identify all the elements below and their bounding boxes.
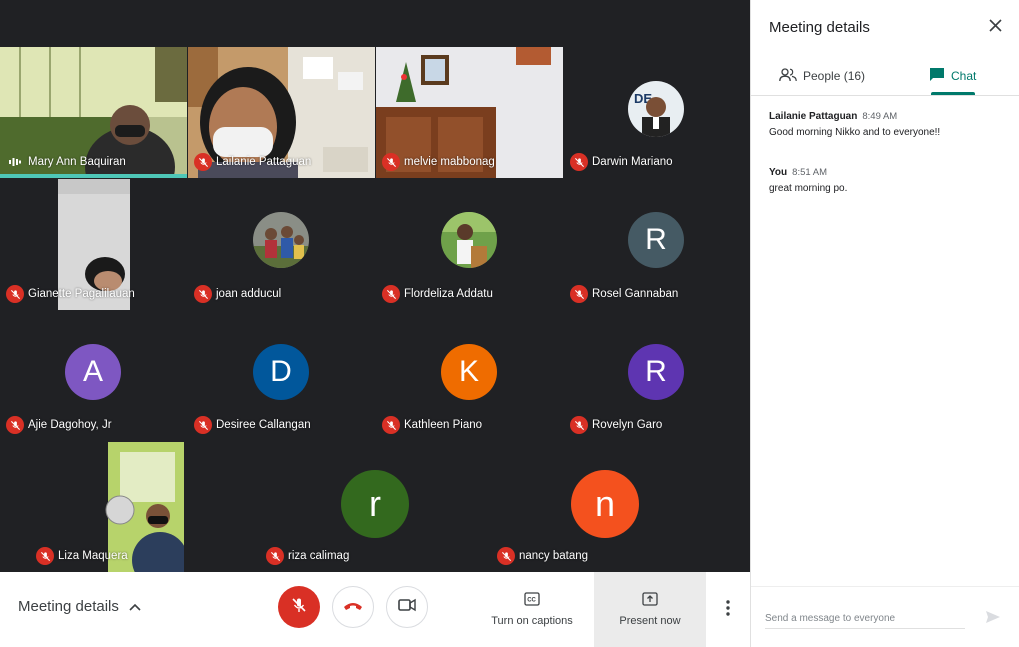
participant-name: Darwin Mariano	[570, 153, 673, 171]
participant-avatar: r	[341, 470, 409, 538]
panel-tabs: People (16) Chat	[751, 56, 1019, 96]
video-camera-icon	[398, 598, 416, 617]
people-icon	[779, 67, 797, 85]
participant-name: riza calimag	[266, 547, 349, 565]
participant-avatar: R	[628, 212, 684, 268]
participant-tile[interactable]: R Rosel Gannaban	[564, 179, 750, 310]
turn-on-captions-button[interactable]: CC Turn on captions	[478, 572, 586, 647]
participant-name: Desiree Callangan	[194, 416, 311, 434]
mic-off-icon	[194, 416, 212, 434]
participant-name: Lailanie Pattaguan	[194, 153, 311, 171]
mic-off-icon	[570, 416, 588, 434]
active-speaker-bar	[0, 174, 187, 178]
mic-off-icon	[290, 596, 308, 619]
toggle-microphone-button[interactable]	[278, 586, 320, 628]
participant-avatar: R	[628, 344, 684, 400]
chat-timestamp: 8:51 AM	[792, 167, 828, 178]
participant-tile[interactable]: r riza calimag	[260, 442, 490, 572]
participant-avatar: A	[65, 344, 121, 400]
mic-off-icon	[382, 153, 400, 171]
chat-message: Lailanie Pattaguan 8:49 AM Good morning N…	[769, 111, 1009, 138]
send-message-button[interactable]	[983, 609, 1003, 629]
more-vertical-icon	[726, 599, 730, 621]
toggle-camera-button[interactable]	[386, 586, 428, 628]
participant-name: Mary Ann Baquiran	[6, 153, 126, 171]
mic-off-icon	[382, 416, 400, 434]
participant-tile[interactable]: DE Darwin Mariano	[564, 47, 750, 178]
mic-off-icon	[36, 547, 54, 565]
chat-composer	[751, 586, 1019, 647]
mic-off-icon	[266, 547, 284, 565]
mic-off-icon	[570, 285, 588, 303]
chat-sender: You	[769, 167, 788, 178]
close-panel-button[interactable]	[983, 16, 1007, 40]
participant-tile[interactable]: joan adducul	[188, 179, 375, 310]
participant-tile[interactable]: Gianette Pagalilauan	[0, 179, 187, 310]
mic-off-icon	[194, 153, 212, 171]
participant-tile[interactable]: n nancy batang	[491, 442, 720, 572]
hang-up-icon	[343, 598, 363, 616]
participant-name: Rovelyn Garo	[570, 416, 662, 434]
participant-name: Ajie Dagohoy, Jr	[6, 416, 112, 434]
present-screen-icon	[642, 592, 658, 609]
chat-text: Good morning Nikko and to everyone!!	[769, 127, 941, 138]
participant-name: Kathleen Piano	[382, 416, 482, 434]
participant-tile[interactable]: Mary Ann Baquiran	[0, 47, 187, 178]
participant-name: Flordeliza Addatu	[382, 285, 493, 303]
more-options-button[interactable]	[716, 598, 740, 622]
participant-name: melvie mabbonag	[382, 153, 495, 171]
chat-sender: Lailanie Pattaguan	[769, 111, 858, 122]
meeting-details-button[interactable]: Meeting details	[18, 598, 141, 615]
participant-avatar: K	[441, 344, 497, 400]
participant-name: Gianette Pagalilauan	[6, 285, 135, 303]
svg-text:CC: CC	[527, 598, 536, 604]
chat-timestamp: 8:49 AM	[862, 111, 898, 122]
mic-off-icon	[382, 285, 400, 303]
mic-off-icon	[6, 285, 24, 303]
send-icon	[985, 610, 1001, 629]
participant-name: Rosel Gannaban	[570, 285, 678, 303]
participant-avatar-photo	[253, 212, 309, 268]
participant-tile[interactable]: Flordeliza Addatu	[376, 179, 563, 310]
tab-people[interactable]: People (16)	[779, 56, 865, 96]
participant-tile[interactable]: R Rovelyn Garo	[564, 310, 750, 441]
leave-call-button[interactable]	[332, 586, 374, 628]
participant-avatar: D	[253, 344, 309, 400]
participant-name: nancy batang	[497, 547, 588, 565]
meet-app: Mary Ann Baquiran Lailanie Pattaguan mel…	[0, 0, 1019, 647]
participant-name: Liza Maquera	[36, 547, 128, 565]
participant-tile[interactable]: A Ajie Dagohoy, Jr	[0, 310, 187, 441]
chat-message: You 8:51 AM great morning po.	[769, 167, 1009, 194]
present-now-button[interactable]: Present now	[594, 572, 706, 647]
chat-text: great morning po.	[769, 183, 848, 194]
participant-avatar-photo: DE	[628, 81, 684, 137]
panel-title: Meeting details	[769, 19, 870, 36]
participant-tile[interactable]: Liza Maquera	[30, 442, 184, 572]
call-controls-bar: Meeting details CC Turn on captions Pres…	[0, 572, 750, 647]
mic-off-icon	[194, 285, 212, 303]
participant-avatar: n	[571, 470, 639, 538]
active-tab-indicator	[931, 92, 975, 95]
participant-avatar-photo	[441, 212, 497, 268]
meeting-details-panel: Meeting details People (16) Chat Lailani…	[750, 0, 1019, 647]
tab-chat[interactable]: Chat	[929, 56, 976, 96]
chevron-up-icon	[129, 598, 141, 615]
participant-tile[interactable]: Lailanie Pattaguan	[188, 47, 375, 178]
participant-tile[interactable]: K Kathleen Piano	[376, 310, 563, 441]
mic-off-icon	[6, 416, 24, 434]
closed-captions-icon: CC	[524, 592, 540, 609]
mic-off-icon	[570, 153, 588, 171]
participant-name: joan adducul	[194, 285, 281, 303]
speaking-indicator-icon	[6, 153, 24, 171]
chat-bubble-icon	[929, 67, 945, 86]
mic-off-icon	[497, 547, 515, 565]
close-icon	[988, 19, 1002, 37]
participant-tile[interactable]: melvie mabbonag	[376, 47, 563, 178]
video-grid: Mary Ann Baquiran Lailanie Pattaguan mel…	[0, 0, 750, 572]
participant-tile[interactable]: D Desiree Callangan	[188, 310, 375, 441]
chat-message-input[interactable]	[765, 609, 965, 629]
